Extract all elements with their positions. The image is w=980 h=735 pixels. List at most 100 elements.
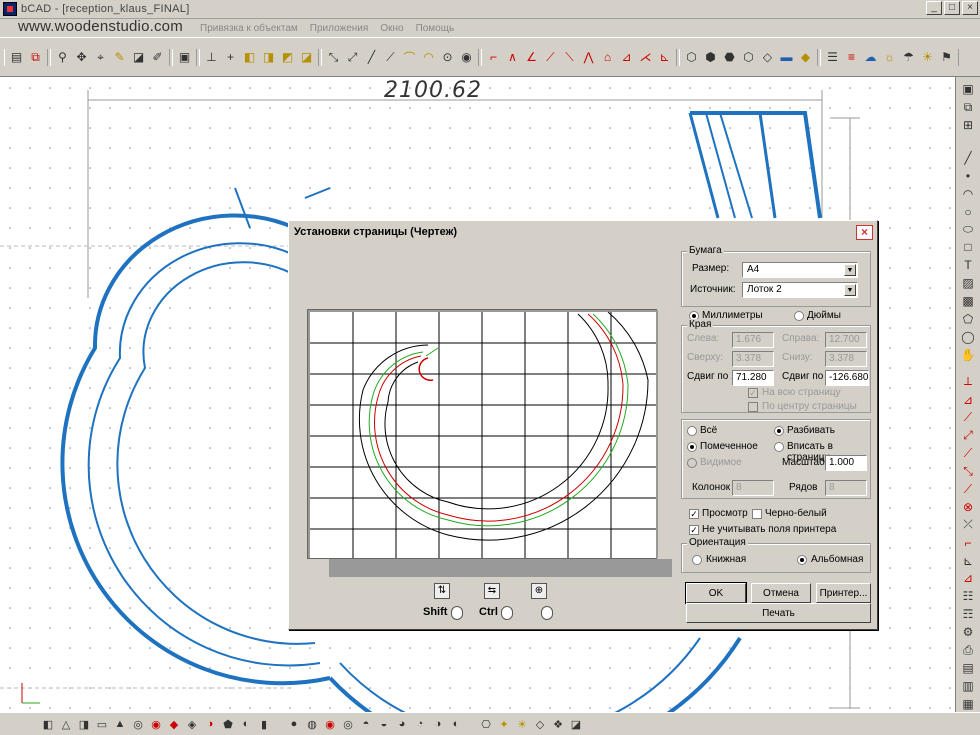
bt-3-icon[interactable]: ◨	[76, 716, 92, 732]
bt-9-icon[interactable]: ◈	[184, 716, 200, 732]
bt-17-icon[interactable]: ◎	[340, 716, 356, 732]
new-icon[interactable]: ▤	[8, 49, 25, 66]
all-radio[interactable]	[687, 426, 697, 436]
bt-18-icon[interactable]: ◓	[358, 716, 374, 732]
dim9-icon[interactable]: ⋌	[637, 49, 654, 66]
rt-dim7-icon[interactable]: ⟋	[959, 481, 977, 498]
light4-icon[interactable]: ☀	[919, 49, 936, 66]
print-preview[interactable]	[307, 309, 658, 559]
ctrl-pan-icon[interactable]: ⇆	[484, 583, 500, 599]
shift-y-field[interactable]: -126.680	[825, 370, 869, 386]
marked-radio[interactable]	[687, 442, 697, 452]
rt-dim1-icon[interactable]: ⟂	[959, 373, 977, 390]
view1-icon[interactable]: ⬡	[683, 49, 700, 66]
rt-ellipse-icon[interactable]: ⬭	[959, 221, 977, 238]
dim2-icon[interactable]: ∧	[504, 49, 521, 66]
rt-dim10-icon[interactable]: ⌐	[959, 534, 977, 551]
hatch-icon[interactable]: ◪	[130, 49, 147, 66]
bt-5-icon[interactable]: ▲	[112, 716, 128, 732]
fit-radio[interactable]	[774, 442, 784, 452]
bt-24-icon[interactable]: ◇	[532, 716, 548, 732]
dim5-icon[interactable]: ⟍	[561, 49, 578, 66]
rt-line-icon[interactable]: ╱	[959, 150, 977, 167]
bw-checkbox[interactable]	[752, 509, 762, 519]
rt-frame-icon[interactable]: ▣	[959, 81, 977, 98]
shift-x-field[interactable]: 71.280	[732, 370, 774, 386]
maximize-button[interactable]: □	[944, 1, 960, 15]
rt-dim9-icon[interactable]: ⤫	[959, 516, 977, 533]
snap-mid-icon[interactable]: ⤢	[344, 49, 361, 66]
rt-circle2-icon[interactable]: ◯	[959, 328, 977, 345]
bt-13-icon[interactable]: ▮	[256, 716, 272, 732]
rt-dim8-icon[interactable]: ⊗	[959, 498, 977, 515]
dim3-icon[interactable]: ∠	[523, 49, 540, 66]
close-button[interactable]: ×	[962, 1, 978, 15]
view3-icon[interactable]: ⬣	[721, 49, 738, 66]
light3-icon[interactable]: ☂	[900, 49, 917, 66]
inch-radio[interactable]	[794, 311, 804, 321]
bt-10-icon[interactable]: ◑	[202, 716, 218, 732]
bt-12-icon[interactable]: ◐	[238, 716, 254, 732]
rt-dim11-icon[interactable]: ⊾	[959, 552, 977, 569]
light1-icon[interactable]: ☁	[862, 49, 879, 66]
bt-6-icon[interactable]: ◎	[130, 716, 146, 732]
light5-icon[interactable]: ⚑	[938, 49, 955, 66]
printer-button[interactable]: Принтер...	[816, 583, 871, 603]
menu-snap[interactable]: Привязка к объектам	[194, 23, 304, 34]
bt-4-icon[interactable]: ▭	[94, 716, 110, 732]
bt-16-icon[interactable]: ◉	[322, 716, 338, 732]
image-icon[interactable]: ▣	[176, 49, 193, 66]
rt-point-icon[interactable]: •	[959, 167, 977, 184]
rt-polygon-icon[interactable]: ⬠	[959, 311, 977, 328]
dim7-icon[interactable]: ⌂	[599, 49, 616, 66]
view2-icon[interactable]: ⬢	[702, 49, 719, 66]
props-icon[interactable]: ☰	[824, 49, 841, 66]
layers-icon[interactable]: ⧉	[27, 49, 44, 66]
menu-window[interactable]: Окно	[374, 23, 409, 34]
dim6-icon[interactable]: ⋀	[580, 49, 597, 66]
magnify-icon[interactable]: ⊕	[531, 583, 547, 599]
bt-bulb-icon[interactable]: ☀	[514, 716, 530, 732]
rt-print-icon[interactable]: ⎙	[959, 642, 977, 659]
snap-arc-icon[interactable]: ⌒	[401, 49, 418, 66]
box2-icon[interactable]: ◨	[260, 49, 277, 66]
scale-field[interactable]: 1.000	[825, 455, 867, 471]
rt-fill-icon[interactable]: ▩	[959, 293, 977, 310]
dim4-icon[interactable]: ⟋	[542, 49, 559, 66]
cross-icon[interactable]: +	[222, 49, 239, 66]
snap-end-icon[interactable]: ⤡	[325, 49, 342, 66]
rt-edit2-icon[interactable]: ☶	[959, 606, 977, 623]
view5-icon[interactable]: ◇	[759, 49, 776, 66]
rt-dim6-icon[interactable]: ⤡	[959, 463, 977, 480]
rt-dim5-icon[interactable]: ⟋	[959, 445, 977, 462]
box1-icon[interactable]: ◧	[241, 49, 258, 66]
bt-23-icon[interactable]: ◐	[448, 716, 464, 732]
app-icon[interactable]	[3, 2, 17, 16]
bt-15-icon[interactable]: ◍	[304, 716, 320, 732]
source-select[interactable]: Лоток 2 ▼	[742, 282, 858, 298]
rt-edit1-icon[interactable]: ☷	[959, 588, 977, 605]
edit-icon[interactable]: ✐	[149, 49, 166, 66]
rt-circle-icon[interactable]: ○	[959, 203, 977, 220]
rt-edit3-icon[interactable]: ⚙	[959, 624, 977, 641]
bt-7-icon[interactable]: ◉	[148, 716, 164, 732]
origin-icon[interactable]: ⊥	[203, 49, 220, 66]
pan-icon[interactable]: ✥	[73, 49, 90, 66]
rt-rect-icon[interactable]: □	[959, 239, 977, 256]
bt-26-icon[interactable]: ◪	[568, 716, 584, 732]
rt-dim4-icon[interactable]: ⤢	[959, 427, 977, 444]
size-select[interactable]: A4 ▼	[742, 262, 858, 278]
rt-dim3-icon[interactable]: ⟋	[959, 409, 977, 426]
bt-1-icon[interactable]: ◧	[40, 716, 56, 732]
minimize-button[interactable]: _	[926, 1, 942, 15]
cancel-button[interactable]: Отмена	[751, 583, 811, 603]
rt-text-icon[interactable]: T	[959, 257, 977, 274]
rt-print3-icon[interactable]: ▥	[959, 677, 977, 694]
box4-icon[interactable]: ◪	[298, 49, 315, 66]
bt-22-icon[interactable]: ◑	[430, 716, 446, 732]
portrait-radio[interactable]	[692, 555, 702, 565]
ok-button[interactable]: OK	[685, 582, 747, 604]
bt-14-icon[interactable]: ●	[286, 716, 302, 732]
rt-arc-icon[interactable]: ◠	[959, 185, 977, 202]
bt-19-icon[interactable]: ◒	[376, 716, 392, 732]
